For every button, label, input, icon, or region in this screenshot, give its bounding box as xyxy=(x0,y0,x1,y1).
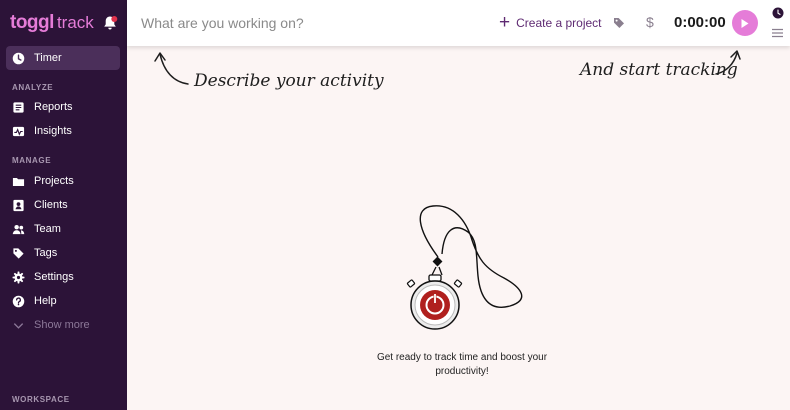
team-icon xyxy=(12,223,25,236)
manual-mode-icon[interactable] xyxy=(772,28,783,38)
sidebar-item-label: Insights xyxy=(34,125,72,137)
create-project-label: Create a project xyxy=(516,16,602,30)
sidebar-item-label: Tags xyxy=(34,247,58,259)
notification-bell-icon[interactable] xyxy=(102,15,118,31)
plus-icon: + xyxy=(499,12,511,33)
sidebar-item-projects[interactable]: Projects xyxy=(6,169,120,193)
empty-state-line-2: productivity! xyxy=(435,366,489,377)
sidebar-item-label: Team xyxy=(34,223,61,235)
timer-display: 0:00:00 xyxy=(674,14,726,31)
sidebar-item-label: Projects xyxy=(34,175,74,187)
sidebar-item-help[interactable]: Help xyxy=(6,289,120,313)
billable-icon[interactable]: $ xyxy=(646,14,654,30)
timer-mode-icon[interactable] xyxy=(772,7,784,19)
sidebar-item-label: Show more xyxy=(34,319,90,331)
clock-icon xyxy=(12,52,25,65)
tag-icon[interactable] xyxy=(613,17,625,29)
create-project-button[interactable]: + Create a project xyxy=(499,13,602,33)
stopwatch-illustration xyxy=(406,205,523,330)
description-input[interactable] xyxy=(141,12,441,34)
sidebar-item-label: Clients xyxy=(34,199,68,211)
section-workspace: WORKSPACE xyxy=(12,395,70,404)
gear-icon xyxy=(12,271,25,284)
play-icon xyxy=(741,18,749,28)
logo-track: track xyxy=(56,13,94,32)
sidebar-item-timer[interactable]: Timer xyxy=(6,46,120,70)
sidebar-item-reports[interactable]: Reports xyxy=(6,95,120,119)
sidebar-item-team[interactable]: Team xyxy=(6,217,120,241)
describe-hint-arrow xyxy=(154,52,189,85)
sidebar-item-label: Timer xyxy=(34,52,62,64)
folder-icon xyxy=(12,175,25,188)
logo-toggl: toggl xyxy=(10,12,54,33)
start-hint-arrow xyxy=(715,50,741,75)
show-more-button[interactable]: Show more xyxy=(6,313,120,337)
sidebar-item-settings[interactable]: Settings xyxy=(6,265,120,289)
empty-state-message: Get ready to track time and boost your p… xyxy=(362,351,562,379)
start-timer-button[interactable] xyxy=(732,10,758,36)
reports-icon xyxy=(12,101,25,114)
sidebar-item-insights[interactable]: Insights xyxy=(6,119,120,143)
sidebar-item-tags[interactable]: Tags xyxy=(6,241,120,265)
sidebar-item-label: Settings xyxy=(34,271,74,283)
insights-icon xyxy=(12,125,25,138)
toggl-track-logo[interactable]: toggl track xyxy=(10,12,94,36)
sidebar: toggl track Timer ANALYZE Reports Insigh… xyxy=(0,0,127,410)
section-analyze: ANALYZE xyxy=(12,83,54,92)
help-icon xyxy=(12,295,25,308)
sidebar-item-label: Help xyxy=(34,295,57,307)
sidebar-item-clients[interactable]: Clients xyxy=(6,193,120,217)
empty-state-line-1: Get ready to track time and boost your xyxy=(376,352,548,363)
chevron-down-icon xyxy=(12,319,25,332)
describe-hint: Describe your activity xyxy=(194,71,384,91)
sidebar-item-label: Reports xyxy=(34,101,73,113)
section-manage: MANAGE xyxy=(12,156,52,165)
timer-bar: + Create a project $ 0:00:00 xyxy=(127,0,790,46)
client-icon xyxy=(12,199,25,212)
tag-icon xyxy=(12,247,25,260)
